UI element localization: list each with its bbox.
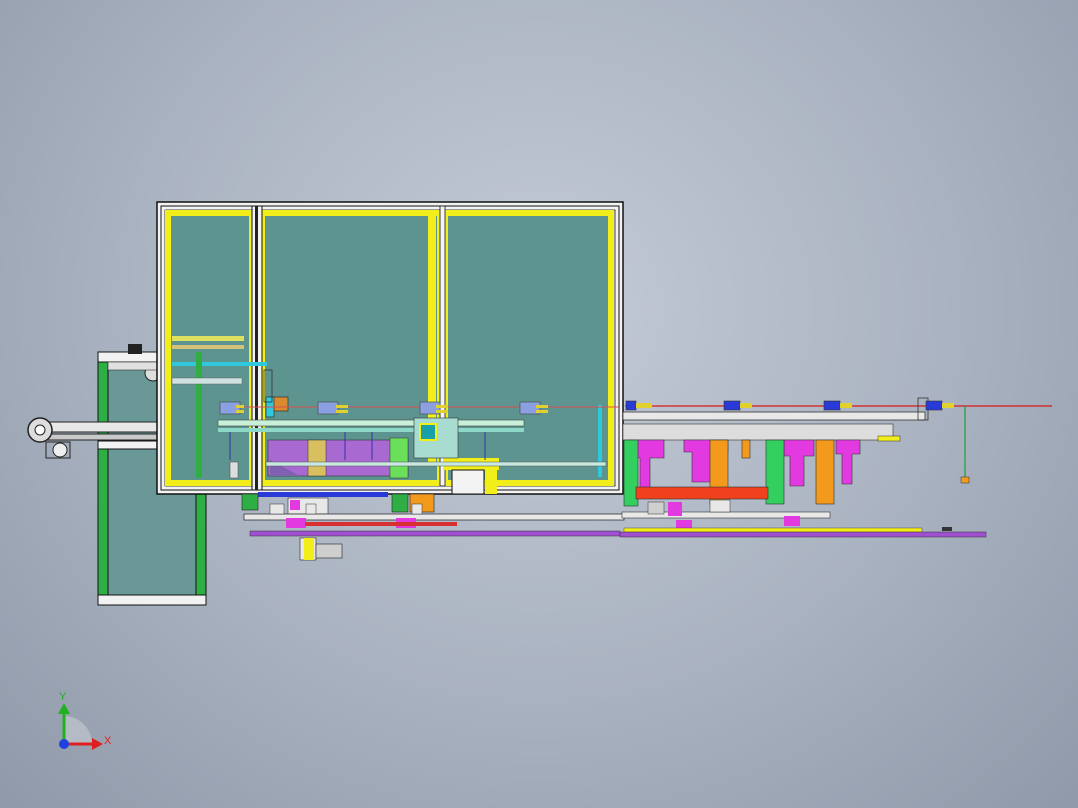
- cad-viewport[interactable]: Y X: [0, 0, 1078, 808]
- z-axis-origin: [59, 739, 69, 749]
- coordinate-triad: Y X: [58, 691, 112, 750]
- x-axis-label: X: [104, 735, 112, 747]
- y-axis-arrowhead: [58, 703, 70, 714]
- x-axis-arrowhead: [92, 738, 103, 750]
- right-process-line: [619, 397, 1052, 538]
- y-axis-label: Y: [59, 691, 67, 703]
- base-rails: [241, 492, 625, 561]
